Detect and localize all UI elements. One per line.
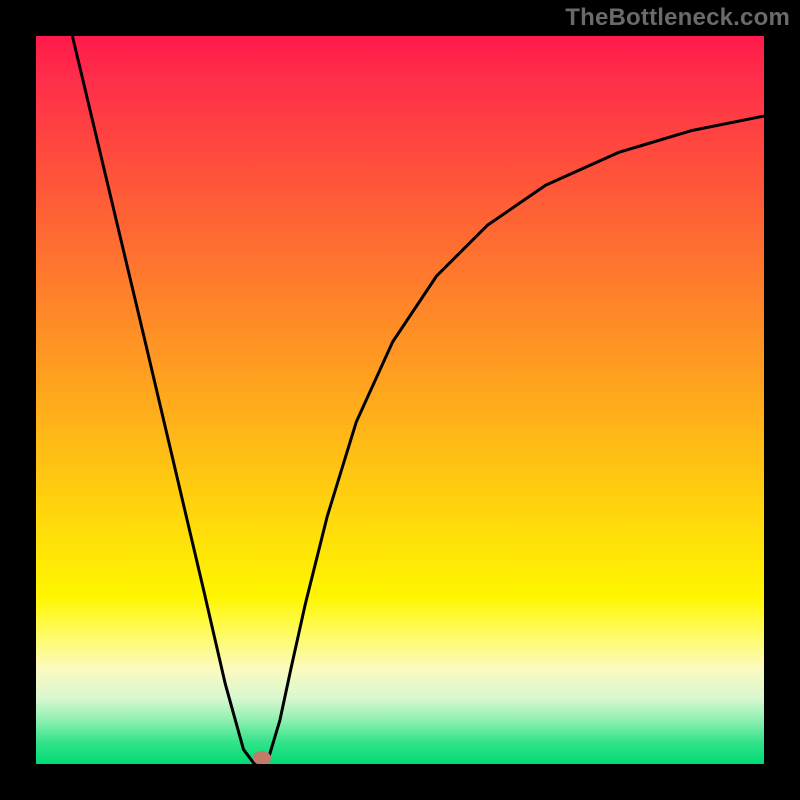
bottleneck-curve [36, 36, 764, 764]
plot-area [36, 36, 764, 764]
chart-frame: TheBottleneck.com [0, 0, 800, 800]
optimal-point-marker [253, 751, 271, 764]
watermark-text: TheBottleneck.com [565, 4, 790, 32]
